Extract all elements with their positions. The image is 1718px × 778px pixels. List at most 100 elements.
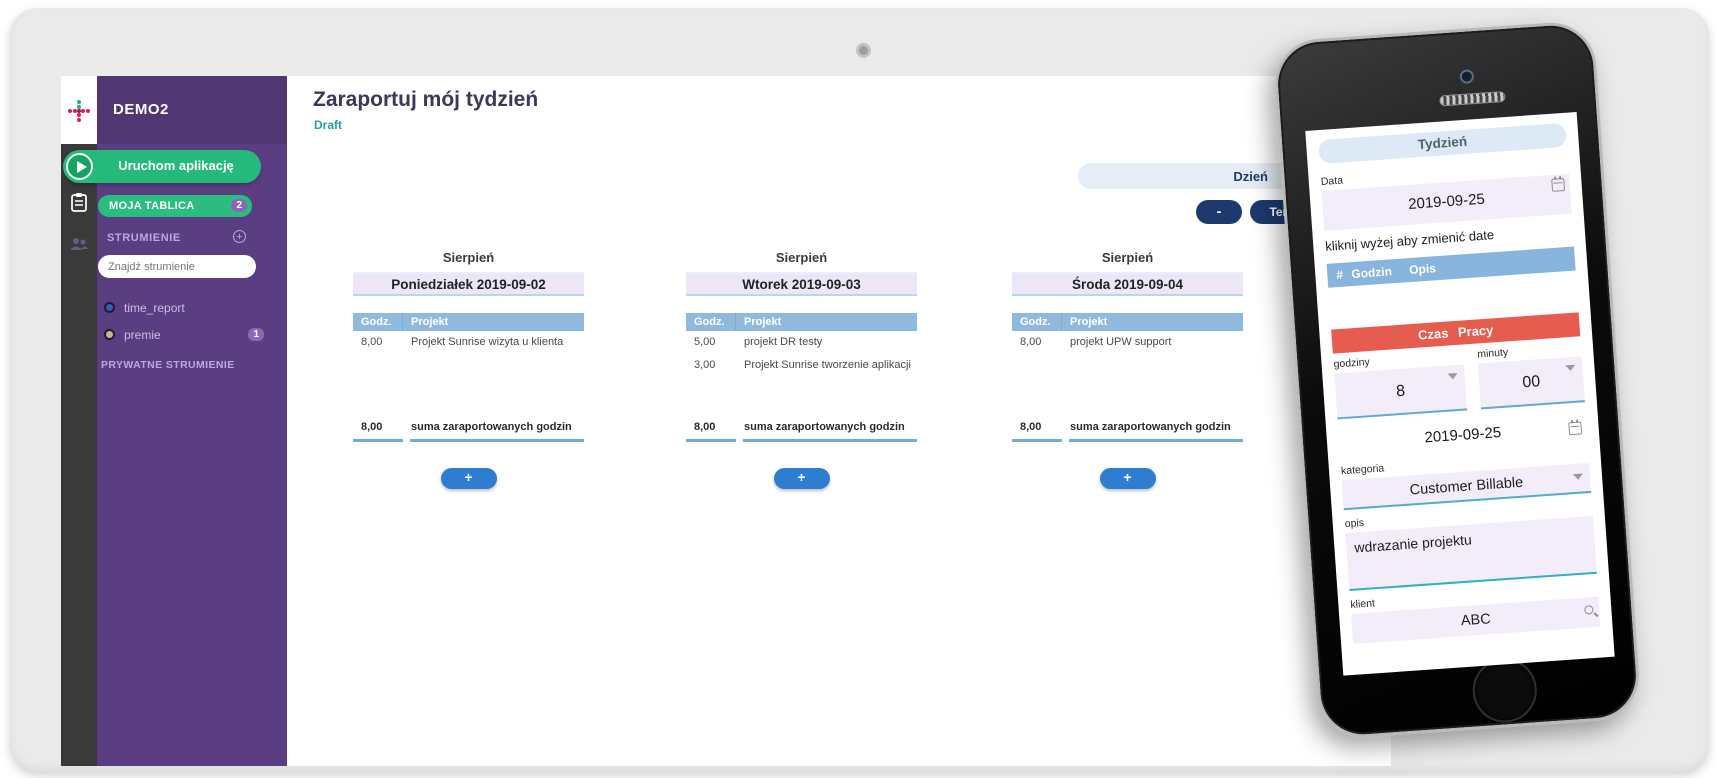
- sidebar-item-premie[interactable]: premie 1: [98, 325, 268, 345]
- my-board-label: MOJA TABLICA: [109, 200, 194, 212]
- row-project: [1062, 354, 1070, 377]
- tab-week[interactable]: Tydzień: [1318, 123, 1567, 164]
- col-project-header: Projekt: [736, 313, 781, 331]
- clipboard-icon[interactable]: [69, 192, 89, 212]
- row-project: Projekt Sunrise tworzenie aplikacji: [736, 354, 911, 377]
- add-entry-button[interactable]: +: [441, 468, 497, 489]
- row-hours: 8,00: [353, 331, 403, 354]
- row-project: [403, 354, 411, 377]
- stream-dot-icon: [104, 302, 115, 313]
- table-row[interactable]: 8,00 Projekt Sunrise wizyta u klienta: [353, 331, 584, 354]
- day-column-wednesday: Sierpień Środa 2019-09-04 Godz. Projekt …: [1012, 250, 1243, 489]
- row-hours: [1012, 354, 1062, 377]
- row-hours: 8,00: [1012, 331, 1062, 354]
- minutes-value: 00: [1522, 373, 1541, 391]
- day-toggle-label: Dzień: [1233, 169, 1268, 184]
- status-badge: Draft: [314, 118, 342, 132]
- table-row[interactable]: [1012, 354, 1243, 377]
- col-project-header: Projekt: [1062, 313, 1107, 331]
- people-icon[interactable]: [69, 234, 89, 254]
- phone-frame: Tydzień Data 2019-09-25 kliknij wyżej ab…: [1272, 20, 1642, 741]
- table-row[interactable]: 5,00 projekt DR testy: [686, 331, 917, 354]
- run-app-button[interactable]: Uruchom aplikację: [63, 150, 261, 183]
- stream-badge: 1: [248, 328, 264, 341]
- previous-week-button[interactable]: -: [1196, 200, 1242, 224]
- sidebar-item-my-board[interactable]: MOJA TABLICA 2: [98, 195, 252, 217]
- phone-speaker-icon: [1439, 91, 1506, 107]
- logo-cross-icon: [68, 100, 90, 122]
- col-hours-header: Godz.: [686, 313, 736, 331]
- tablet-camera-icon: [856, 43, 871, 58]
- sidebar: DEMO2 Uruchom aplikację MOJA TABLICA 2 S…: [61, 76, 287, 766]
- day-header: Wtorek 2019-09-03: [686, 272, 917, 296]
- month-label: Sierpień: [1012, 250, 1243, 266]
- table-header: Godz. Projekt: [1012, 313, 1243, 331]
- total-hours: 8,00: [1012, 421, 1062, 442]
- table-row[interactable]: [353, 354, 584, 377]
- table-row[interactable]: 3,00 Projekt Sunrise tworzenie aplikacji: [686, 354, 917, 377]
- col-hours-header: Godzin: [1351, 258, 1411, 286]
- day-header: Środa 2019-09-04: [1012, 272, 1243, 296]
- add-entry-button[interactable]: +: [774, 468, 830, 489]
- total-label: suma zaraportowanych godzin: [1069, 421, 1243, 442]
- calendar-icon: [1568, 421, 1582, 435]
- stream-dot-icon: [104, 329, 115, 340]
- stream-label: premie: [124, 328, 161, 342]
- client-value: ABC: [1460, 611, 1491, 629]
- phone-screen: Tydzień Data 2019-09-25 kliknij wyżej ab…: [1305, 112, 1614, 676]
- search-icon: [1584, 605, 1594, 615]
- my-board-badge: 2: [231, 199, 247, 212]
- category-value: Customer Billable: [1409, 475, 1523, 499]
- col-hours-header: Godz.: [1012, 313, 1062, 331]
- page-title: Zaraportuj mój tydzień: [313, 88, 538, 112]
- day-column-monday: Sierpień Poniedziałek 2019-09-02 Godz. P…: [353, 250, 584, 489]
- table-total: 8,00 suma zaraportowanych godzin: [353, 421, 584, 442]
- app-logo[interactable]: [61, 76, 97, 144]
- month-label: Sierpień: [686, 250, 917, 266]
- row-project: projekt UPW support: [1062, 331, 1171, 354]
- table-total: 8,00 suma zaraportowanych godzin: [686, 421, 917, 442]
- day-header: Poniedziałek 2019-09-02: [353, 272, 584, 296]
- add-stream-icon[interactable]: +: [233, 230, 246, 243]
- table-header: Godz. Projekt: [686, 313, 917, 331]
- col-project-header: Projekt: [403, 313, 448, 331]
- total-label: suma zaraportowanych godzin: [743, 421, 917, 442]
- date-value: 2019-09-25: [1408, 191, 1486, 213]
- row-hours: 5,00: [686, 331, 736, 354]
- minutes-select[interactable]: 00: [1478, 356, 1585, 409]
- total-hours: 8,00: [686, 421, 736, 442]
- hours-value: 8: [1396, 383, 1406, 401]
- marketing-composite: DEMO2 Uruchom aplikację MOJA TABLICA 2 S…: [0, 0, 1718, 778]
- stream-label: time_report: [124, 301, 185, 315]
- sidebar-item-time-report[interactable]: time_report: [98, 298, 268, 318]
- row-hours: 3,00: [686, 354, 736, 377]
- month-label: Sierpień: [353, 250, 584, 266]
- total-hours: 8,00: [353, 421, 403, 442]
- add-entry-button[interactable]: +: [1100, 468, 1156, 489]
- row-project: projekt DR testy: [736, 331, 822, 354]
- table-total: 8,00 suma zaraportowanych godzin: [1012, 421, 1243, 442]
- app-window: DEMO2 Uruchom aplikację MOJA TABLICA 2 S…: [61, 76, 1391, 766]
- table-row[interactable]: 8,00 projekt UPW support: [1012, 331, 1243, 354]
- row-project: Projekt Sunrise wizyta u klienta: [403, 331, 563, 354]
- chevron-down-icon: [1565, 365, 1575, 372]
- private-streams-label: PRYWATNE STRUMIENIE: [101, 359, 235, 371]
- total-label: suma zaraportowanych godzin: [410, 421, 584, 442]
- phone-camera-icon: [1459, 69, 1474, 84]
- run-app-label: Uruchom aplikację: [101, 158, 251, 173]
- chevron-down-icon: [1448, 373, 1458, 380]
- workspace-name: DEMO2: [113, 101, 169, 118]
- stream-search-input[interactable]: [98, 255, 256, 278]
- play-icon: [66, 153, 93, 180]
- day-column-tuesday: Sierpień Wtorek 2019-09-03 Godz. Projekt…: [686, 250, 917, 489]
- chevron-down-icon: [1573, 473, 1583, 480]
- streams-section-label: STRUMIENIE: [107, 232, 181, 244]
- table-header: Godz. Projekt: [353, 313, 584, 331]
- hours-select[interactable]: 8: [1334, 364, 1467, 419]
- calendar-icon: [1551, 178, 1565, 192]
- entry-date-value: 2019-09-25: [1424, 424, 1502, 446]
- col-num-header: #: [1327, 262, 1353, 288]
- phone-home-button: [1471, 656, 1539, 724]
- workspace-header: DEMO2: [97, 76, 287, 144]
- row-hours: [353, 354, 403, 377]
